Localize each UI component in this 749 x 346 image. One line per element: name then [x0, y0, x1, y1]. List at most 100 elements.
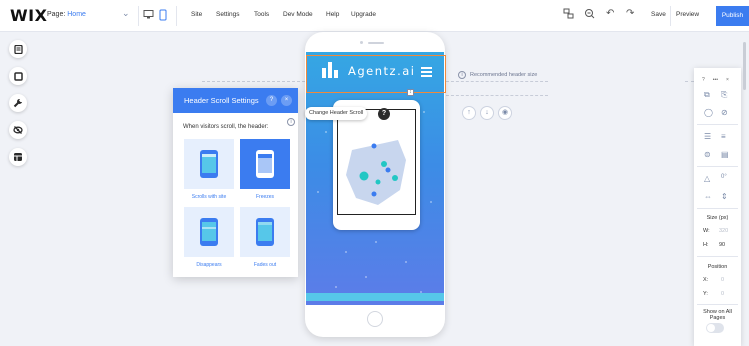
size-label: Size (px) — [706, 215, 729, 221]
page-label: Page: — [47, 11, 66, 18]
divider — [697, 256, 738, 257]
info-icon[interactable]: i — [287, 118, 295, 126]
menu-site[interactable]: Site — [191, 11, 202, 18]
layers-icon[interactable] — [563, 8, 574, 19]
more-icon[interactable]: ••• — [713, 77, 718, 83]
x-input[interactable]: 0 — [721, 277, 724, 283]
help-icon[interactable]: ? — [378, 108, 390, 120]
divider — [176, 6, 177, 26]
mobile-view-icon[interactable] — [159, 9, 167, 21]
option-label: Fades out — [253, 262, 277, 268]
header-scroll-settings-panel: Header Scroll Settings ? × i When visito… — [173, 88, 298, 277]
hidden-eye-icon — [13, 126, 23, 134]
chevron-down-icon[interactable]: ⌄ — [122, 8, 130, 19]
tools-button[interactable] — [9, 94, 27, 112]
height-input[interactable]: 90 — [719, 242, 725, 248]
option-scrolls-with-site[interactable] — [184, 139, 234, 189]
redo-icon[interactable]: ↷ — [626, 8, 634, 19]
background-icon — [13, 71, 23, 81]
header-selection-box[interactable] — [306, 55, 446, 93]
layout-button[interactable] — [9, 148, 27, 166]
y-label: Y: — [703, 291, 708, 297]
option-label: Disappears — [196, 262, 222, 268]
preview-button[interactable]: Preview — [676, 11, 699, 18]
option-label: Freezes — [255, 194, 275, 200]
close-icon[interactable]: × — [726, 77, 729, 83]
info-icon[interactable]: i — [458, 71, 466, 79]
width-label: W: — [703, 228, 710, 234]
divider — [697, 166, 738, 167]
header-guide-line — [446, 81, 548, 82]
menu-upgrade[interactable]: Upgrade — [351, 11, 376, 18]
distribute-v-icon[interactable]: ▤ — [721, 150, 729, 159]
resize-handle[interactable]: ↕ — [407, 89, 414, 96]
help-icon[interactable]: ? — [702, 77, 705, 83]
save-button[interactable]: Save — [651, 11, 666, 18]
help-button[interactable]: ? — [266, 95, 277, 106]
align-top-icon[interactable]: ≡ — [721, 132, 726, 141]
background-button[interactable] — [9, 67, 27, 85]
header-guide-line — [202, 81, 305, 82]
divider — [697, 124, 738, 125]
wix-logo[interactable]: WIX — [10, 6, 47, 25]
home-button — [367, 311, 383, 327]
y-input[interactable]: 0 — [721, 291, 724, 297]
menu-help[interactable]: Help — [326, 11, 339, 18]
page-selector[interactable]: Page: Home — [47, 11, 86, 18]
align-left-icon[interactable]: ☰ — [704, 132, 711, 141]
menu-tools[interactable]: Tools — [254, 11, 269, 18]
copy-icon[interactable]: ⧉ — [704, 90, 710, 100]
delete-icon[interactable]: ⊘ — [721, 108, 728, 117]
zoom-icon[interactable] — [584, 8, 595, 19]
flip-icon[interactable]: △ — [704, 174, 710, 183]
recommended-header-size: i Recommended header size — [458, 71, 537, 79]
hidden-elements-button[interactable] — [9, 121, 27, 139]
desktop-view-icon[interactable] — [143, 9, 154, 20]
footer-strip — [306, 293, 444, 301]
show-on-all-line2: Pages — [709, 315, 726, 321]
publish-button[interactable]: Publish — [716, 6, 749, 26]
canvas-scrollbar[interactable] — [743, 42, 746, 90]
page-name: Home — [67, 11, 86, 18]
move-up-button[interactable]: ↑ — [462, 106, 476, 120]
undo-icon[interactable]: ↶ — [606, 8, 614, 19]
duplicate-icon[interactable]: ◯ — [704, 108, 713, 117]
show-on-all-pages-toggle[interactable] — [706, 323, 724, 333]
option-freezes[interactable] — [240, 139, 290, 189]
option-fades-out[interactable] — [240, 207, 290, 257]
rotate-icon[interactable]: 0° — [721, 174, 727, 180]
divider — [138, 6, 139, 26]
panel-header: Header Scroll Settings ? × — [173, 88, 298, 113]
layout-icon — [14, 153, 22, 161]
inspector-top-controls: ? ••• × — [702, 77, 729, 83]
match-width-icon[interactable]: ⇔ — [704, 192, 712, 201]
header-guide-line — [685, 81, 694, 82]
change-header-scroll-tooltip[interactable]: Change Header Scroll — [305, 107, 368, 120]
hex-map-graphic — [346, 140, 406, 205]
hide-element-button[interactable]: ◉ — [498, 106, 512, 120]
speaker — [368, 42, 384, 44]
position-label: Position — [707, 264, 728, 270]
fade-phone-icon — [256, 218, 274, 246]
option-label: Scrolls with site — [191, 194, 227, 200]
width-input[interactable]: 320 — [719, 228, 728, 234]
paste-icon[interactable]: ⎘ — [721, 90, 727, 100]
option-disappears[interactable] — [184, 207, 234, 257]
move-down-button[interactable]: ↓ — [480, 106, 494, 120]
panel-subtitle: When visitors scroll, the header: — [183, 124, 269, 130]
distribute-h-icon[interactable]: ⊜ — [704, 150, 711, 159]
disappear-phone-icon — [200, 218, 218, 246]
wrench-icon — [13, 98, 22, 108]
scroll-phone-icon — [200, 150, 218, 178]
divider — [697, 208, 738, 209]
freeze-phone-icon — [256, 150, 274, 178]
pages-menu-button[interactable] — [9, 40, 27, 58]
menu-settings[interactable]: Settings — [216, 11, 240, 18]
menu-dev-mode[interactable]: Dev Mode — [283, 11, 313, 18]
pages-icon — [13, 44, 23, 54]
match-height-icon[interactable]: ⇕ — [721, 192, 728, 201]
divider — [697, 304, 738, 305]
x-label: X: — [703, 277, 709, 283]
close-button[interactable]: × — [281, 95, 292, 106]
camera-dot — [360, 41, 363, 44]
